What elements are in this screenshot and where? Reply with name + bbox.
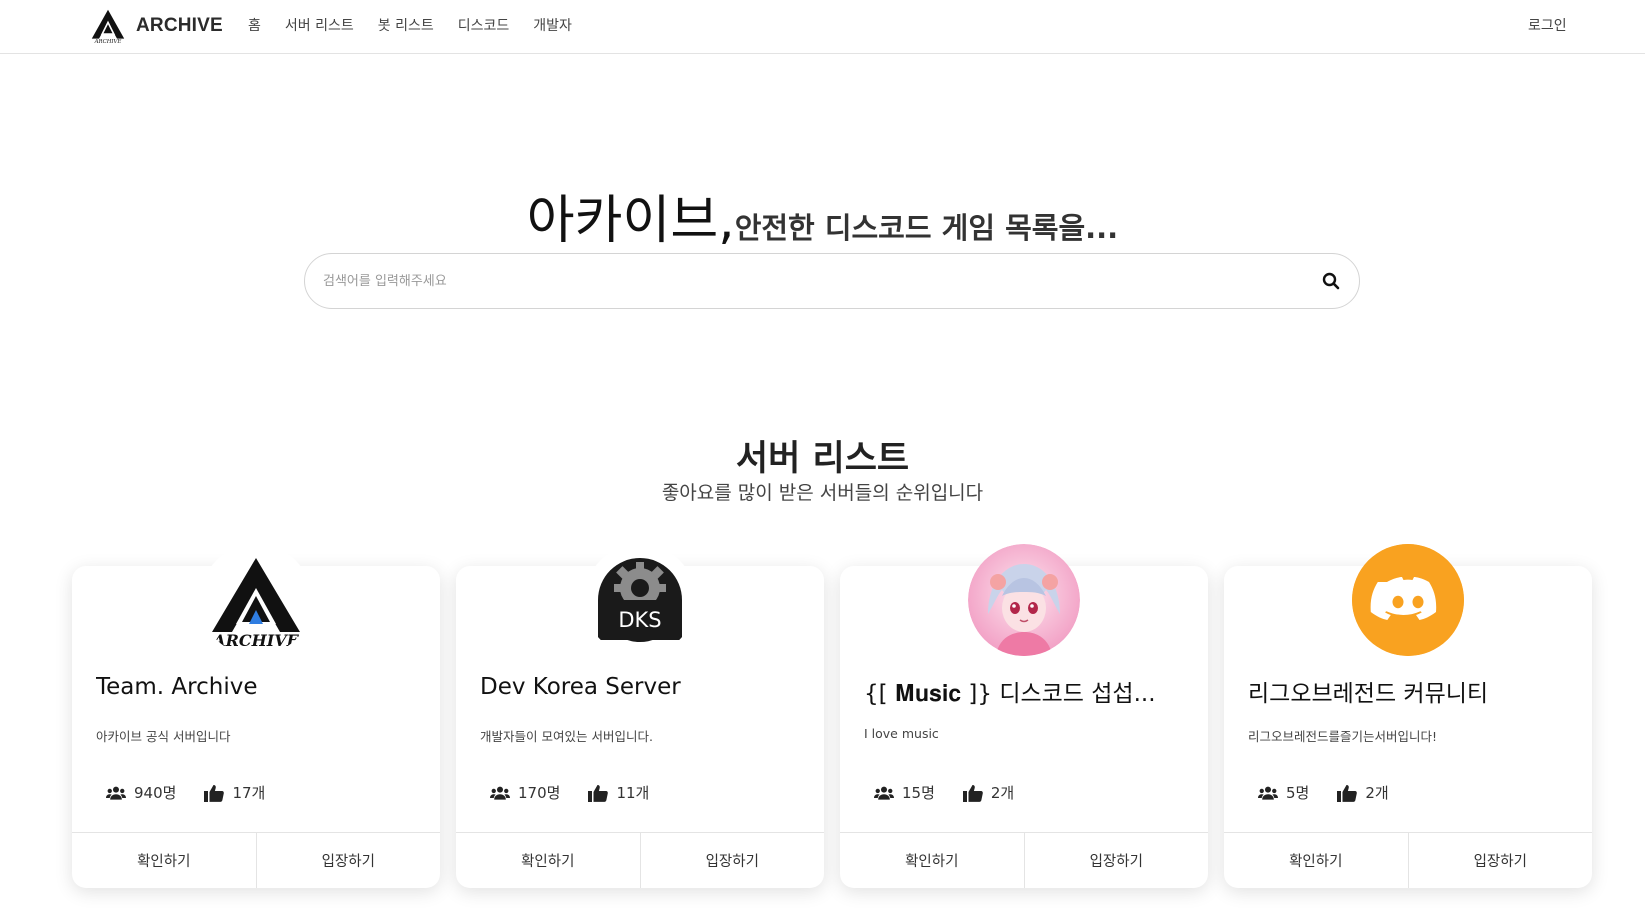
hero-title: 아카이브,안전한 디스코드 게임 목록을...	[0, 178, 1645, 253]
dks-server-logo-icon: DKS	[598, 558, 682, 642]
users-icon	[106, 786, 126, 800]
brand-name: ARCHIVE	[136, 15, 223, 36]
thumbs-up-icon	[1337, 784, 1358, 802]
section-title: 서버 리스트	[735, 439, 910, 479]
server-name: 리그오브레전드 커뮤니티	[1248, 681, 1489, 707]
server-name: {[ 𝐌𝐮𝐬𝐢𝐜 ]} 디스코드 섭섭...	[864, 681, 1156, 707]
like-count-text: 17개	[232, 784, 266, 802]
like-count: 17개	[204, 782, 265, 803]
server-card: ARCHIVE Team. Archive 아카이브 공식 서버입니다 940명…	[72, 544, 440, 888]
like-count-text: 2개	[990, 784, 1015, 802]
svg-text:ARCHIVE: ARCHIVE	[211, 631, 299, 650]
member-count: 5명	[1258, 782, 1309, 803]
view-button[interactable]: 확인하기	[72, 833, 256, 888]
server-stats: 170명 11개	[490, 782, 649, 803]
server-description: I love music	[864, 726, 939, 741]
join-button[interactable]: 입장하기	[639, 833, 825, 888]
search-icon[interactable]	[1321, 271, 1341, 291]
login-link[interactable]: 로그인	[1528, 15, 1567, 35]
like-count-text: 11개	[616, 784, 650, 802]
join-button[interactable]: 입장하기	[1407, 833, 1593, 888]
member-count-text: 5명	[1286, 784, 1310, 802]
users-icon	[490, 786, 510, 800]
section-subtitle: 좋아요를 많이 받은 서버들의 순위입니다	[661, 482, 984, 504]
hero-title-tagline: 안전한 디스코드 게임 목록을...	[734, 211, 1119, 245]
svg-text:DKS: DKS	[618, 608, 661, 632]
member-count: 170명	[490, 782, 560, 803]
like-count: 2개	[962, 782, 1015, 803]
like-count-text: 2개	[1365, 784, 1389, 802]
card-actions: 확인하기 입장하기	[1224, 832, 1592, 888]
anime-character-avatar-icon	[968, 544, 1080, 656]
server-description: 리그오브레전드를즐기는서버입니다!	[1248, 729, 1438, 744]
view-button[interactable]: 확인하기	[840, 833, 1024, 888]
archive-server-logo-icon: ARCHIVE	[211, 558, 300, 650]
view-button[interactable]: 확인하기	[456, 833, 640, 888]
nav-link-bot-list[interactable]: 봇 리스트	[378, 15, 434, 35]
server-avatar	[1352, 544, 1464, 656]
nav-link-developer[interactable]: 개발자	[533, 15, 572, 35]
nav-link-discord[interactable]: 디스코드	[458, 15, 510, 35]
thumbs-up-icon	[588, 784, 609, 802]
top-navbar: ARCHIVE ARCHIVE 홈 서버 리스트 봇 리스트 디스코드 개발자 …	[0, 0, 1645, 54]
server-stats: 15명 2개	[874, 782, 1014, 803]
server-name: Dev Korea Server	[480, 674, 681, 700]
join-button[interactable]: 입장하기	[255, 833, 441, 888]
server-description: 개발자들이 모여있는 서버입니다.	[480, 729, 653, 744]
card-actions: 확인하기 입장하기	[840, 832, 1208, 888]
like-count: 11개	[588, 782, 649, 803]
member-count: 15명	[874, 782, 935, 803]
search-bar	[304, 253, 1360, 309]
server-avatar: DKS	[584, 544, 696, 656]
server-card: 리그오브레전드 커뮤니티 리그오브레전드를즐기는서버입니다! 5명 2개 확인하…	[1224, 544, 1592, 888]
nav-link-home[interactable]: 홈	[248, 15, 261, 35]
member-count-text: 170명	[518, 784, 561, 802]
server-avatar: ARCHIVE	[200, 544, 312, 656]
join-button[interactable]: 입장하기	[1023, 833, 1209, 888]
server-description: 아카이브 공식 서버입니다	[96, 729, 231, 744]
svg-text:ARCHIVE: ARCHIVE	[94, 39, 122, 44]
hero-title-main: 아카이브,	[526, 191, 735, 251]
member-count-text: 940명	[134, 784, 177, 802]
server-card: {[ 𝐌𝐮𝐬𝐢𝐜 ]} 디스코드 섭섭... I love music 15명 …	[840, 544, 1208, 888]
card-actions: 확인하기 입장하기	[456, 832, 824, 888]
server-stats: 5명 2개	[1258, 782, 1389, 803]
server-avatar	[968, 544, 1080, 656]
brand-link[interactable]: ARCHIVE ARCHIVE	[90, 8, 223, 44]
member-count-text: 15명	[902, 784, 935, 802]
card-actions: 확인하기 입장하기	[72, 832, 440, 888]
users-icon	[874, 786, 894, 800]
server-name: Team. Archive	[96, 674, 258, 700]
discord-logo-icon	[1352, 544, 1464, 656]
search-input[interactable]	[323, 254, 1283, 308]
users-icon	[1258, 786, 1278, 800]
like-count: 2개	[1337, 782, 1389, 803]
thumbs-up-icon	[204, 784, 225, 802]
server-stats: 940명 17개	[106, 782, 265, 803]
archive-logo-icon: ARCHIVE	[91, 9, 125, 44]
server-card: DKS Dev Korea Server 개발자들이 모여있는 서버입니다. 1…	[456, 544, 824, 888]
member-count: 940명	[106, 782, 176, 803]
view-button[interactable]: 확인하기	[1224, 833, 1408, 888]
nav-link-server-list[interactable]: 서버 리스트	[285, 15, 354, 35]
thumbs-up-icon	[962, 784, 983, 802]
nav-links: 홈 서버 리스트 봇 리스트 디스코드 개발자	[248, 15, 572, 35]
